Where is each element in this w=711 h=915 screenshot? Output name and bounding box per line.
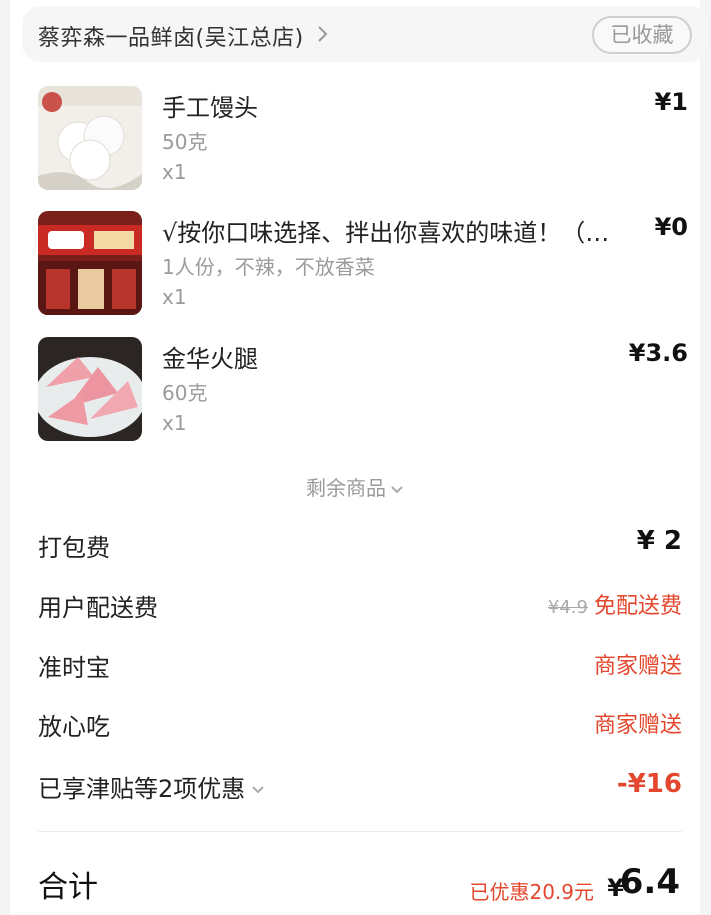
item-quantity: x1 bbox=[162, 285, 187, 309]
favorite-button[interactable]: 已收藏 bbox=[592, 16, 692, 54]
list-item[interactable]: 手工馒头 50克 x1 ¥1 bbox=[38, 86, 688, 190]
item-price: ¥0 bbox=[654, 213, 688, 241]
assurance-row[interactable]: 放心吃 商家赠送 bbox=[38, 707, 682, 743]
ontime-label: 准时宝 bbox=[38, 654, 110, 682]
packing-fee-value: ¥ 2 bbox=[636, 526, 682, 556]
storefront-image bbox=[38, 211, 142, 315]
chevron-down-icon bbox=[252, 786, 264, 794]
delivery-original-price: ¥4.9 bbox=[547, 597, 588, 618]
discounts-label: 已享津贴等2项优惠 bbox=[38, 769, 265, 804]
more-items-toggle[interactable]: 剩余商品 bbox=[10, 472, 700, 501]
list-item[interactable]: 金华火腿 60克 x1 ¥3.6 bbox=[38, 337, 688, 441]
delivery-fee-value: 免配送费 bbox=[593, 594, 682, 619]
list-item[interactable]: √按你口味选择、拌出你喜欢的味道！（… 1人份，不辣，不放香菜 x1 ¥0 bbox=[38, 211, 688, 315]
store-name[interactable]: 蔡弈森一品鲜卤(吴江总店) bbox=[38, 20, 304, 52]
chevron-down-icon bbox=[391, 485, 403, 493]
chevron-right-icon bbox=[318, 26, 328, 42]
total-label: 合计 bbox=[38, 870, 98, 905]
ontime-value: 商家赠送 bbox=[593, 654, 682, 679]
total-amount: 6.4 bbox=[619, 862, 680, 902]
more-items-label: 剩余商品 bbox=[306, 476, 386, 500]
item-name: 手工馒头 bbox=[162, 94, 258, 122]
delivery-fee-row: 用户配送费 ¥4.9 免配送费 bbox=[38, 588, 682, 624]
item-name: √按你口味选择、拌出你喜欢的味道！（… bbox=[162, 219, 610, 247]
item-name: 金华火腿 bbox=[162, 345, 258, 373]
discounts-row[interactable]: 已享津贴等2项优惠 -¥16 bbox=[38, 769, 682, 805]
item-price: ¥3.6 bbox=[628, 339, 688, 367]
assurance-value: 商家赠送 bbox=[593, 713, 682, 738]
item-spec: 60克 bbox=[162, 381, 208, 405]
item-spec: 1人份，不辣，不放香菜 bbox=[162, 255, 375, 279]
order-card: 蔡弈森一品鲜卤(吴江总店) 已收藏 手工馒头 50克 x1 ¥1 √按你口味选择… bbox=[10, 0, 708, 915]
packing-fee-label: 打包费 bbox=[38, 534, 110, 562]
discounts-value: -¥16 bbox=[616, 769, 682, 799]
item-price: ¥1 bbox=[654, 88, 688, 116]
delivery-fee-value-group: ¥4.9 免配送费 bbox=[548, 588, 682, 620]
item-spec: 50克 bbox=[162, 130, 208, 154]
ham-slices-image bbox=[38, 337, 142, 441]
item-quantity: x1 bbox=[162, 160, 187, 184]
delivery-fee-label: 用户配送费 bbox=[38, 594, 158, 622]
total-saved: 已优惠20.9元 bbox=[469, 880, 594, 904]
divider bbox=[38, 831, 682, 832]
packing-fee-row: 打包费 ¥ 2 bbox=[38, 526, 682, 564]
assurance-label: 放心吃 bbox=[38, 713, 110, 741]
item-quantity: x1 bbox=[162, 411, 187, 435]
steamed-buns-image bbox=[38, 86, 142, 190]
store-header[interactable]: 蔡弈森一品鲜卤(吴江总店) 已收藏 bbox=[22, 6, 708, 62]
ontime-row[interactable]: 准时宝 商家赠送 bbox=[38, 648, 682, 684]
